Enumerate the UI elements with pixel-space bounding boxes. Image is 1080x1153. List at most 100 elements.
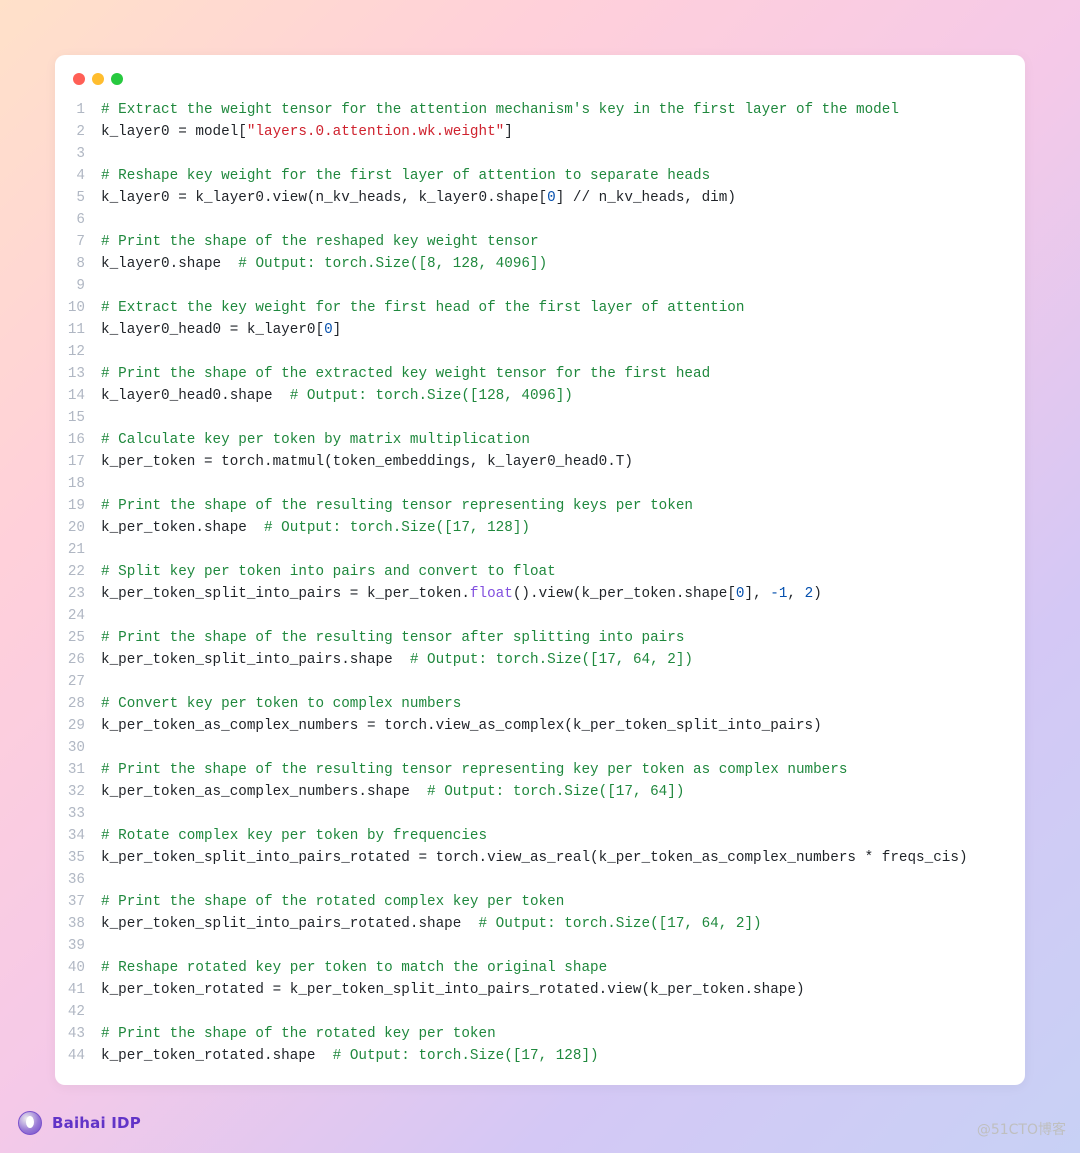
code-token: k_per_token.shape — [101, 520, 264, 536]
code-token: , — [787, 586, 804, 602]
code-line: 3 — [55, 143, 1003, 165]
code-token: float — [470, 586, 513, 602]
code-line: 8k_layer0.shape # Output: torch.Size([8,… — [55, 253, 1003, 275]
code-line: 43# Print the shape of the rotated key p… — [55, 1023, 1003, 1045]
line-number: 33 — [55, 803, 101, 825]
code-line: 32k_per_token_as_complex_numbers.shape #… — [55, 781, 1003, 803]
code-token: 2 — [805, 586, 814, 602]
code-line: 26k_per_token_split_into_pairs.shape # O… — [55, 649, 1003, 671]
code-token: k_per_token_split_into_pairs = k_per_tok… — [101, 586, 470, 602]
code-line: 20k_per_token.shape # Output: torch.Size… — [55, 517, 1003, 539]
line-content: # Print the shape of the extracted key w… — [101, 363, 710, 385]
line-number: 9 — [55, 275, 101, 297]
code-token: # Output: torch.Size([17, 128]) — [333, 1048, 599, 1064]
line-number: 11 — [55, 319, 101, 341]
code-line: 29k_per_token_as_complex_numbers = torch… — [55, 715, 1003, 737]
code-token: # Print the shape of the resulting tenso… — [101, 498, 693, 514]
code-line: 37# Print the shape of the rotated compl… — [55, 891, 1003, 913]
line-number: 31 — [55, 759, 101, 781]
line-content: # Split key per token into pairs and con… — [101, 561, 556, 583]
line-number: 23 — [55, 583, 101, 605]
line-number: 38 — [55, 913, 101, 935]
code-window: 1# Extract the weight tensor for the att… — [55, 55, 1025, 1085]
line-content: # Print the shape of the resulting tenso… — [101, 495, 693, 517]
line-content: # Print the shape of the rotated key per… — [101, 1023, 496, 1045]
line-number: 5 — [55, 187, 101, 209]
line-number: 7 — [55, 231, 101, 253]
code-line: 24 — [55, 605, 1003, 627]
code-token: # Print the shape of the reshaped key we… — [101, 234, 539, 250]
code-token: k_layer0_head0.shape — [101, 388, 290, 404]
code-line: 34# Rotate complex key per token by freq… — [55, 825, 1003, 847]
line-content: # Rotate complex key per token by freque… — [101, 825, 487, 847]
code-token: # Print the shape of the resulting tenso… — [101, 630, 684, 646]
code-token: ] — [333, 322, 342, 338]
code-line: 23k_per_token_split_into_pairs = k_per_t… — [55, 583, 1003, 605]
code-token: # Print the shape of the resulting tenso… — [101, 762, 847, 778]
line-number: 8 — [55, 253, 101, 275]
code-line: 42 — [55, 1001, 1003, 1023]
line-number: 27 — [55, 671, 101, 693]
code-line: 11k_layer0_head0 = k_layer0[0] — [55, 319, 1003, 341]
line-number: 34 — [55, 825, 101, 847]
code-token: 0 — [324, 322, 333, 338]
line-content: # Convert key per token to complex numbe… — [101, 693, 461, 715]
code-token: # Print the shape of the rotated complex… — [101, 894, 564, 910]
line-number: 1 — [55, 99, 101, 121]
code-token: # Extract the key weight for the first h… — [101, 300, 744, 316]
line-content: # Print the shape of the resulting tenso… — [101, 627, 684, 649]
line-content: k_per_token_as_complex_numbers = torch.v… — [101, 715, 822, 737]
code-token: # Output: torch.Size([128, 4096]) — [290, 388, 573, 404]
code-token: k_per_token_rotated.shape — [101, 1048, 333, 1064]
code-line: 39 — [55, 935, 1003, 957]
code-line: 7# Print the shape of the reshaped key w… — [55, 231, 1003, 253]
code-line: 15 — [55, 407, 1003, 429]
code-token: "layers.0.attention.wk.weight" — [247, 124, 504, 140]
code-line: 33 — [55, 803, 1003, 825]
brand-logo-icon — [18, 1111, 42, 1135]
line-content: k_per_token = torch.matmul(token_embeddi… — [101, 451, 633, 473]
code-token: k_layer0_head0 = k_layer0[ — [101, 322, 324, 338]
code-token: k_per_token_split_into_pairs_rotated = t… — [101, 850, 968, 866]
line-number: 17 — [55, 451, 101, 473]
code-area: 1# Extract the weight tensor for the att… — [55, 99, 1025, 1067]
line-content: k_layer0_head0.shape # Output: torch.Siz… — [101, 385, 573, 407]
code-token: k_per_token_as_complex_numbers = torch.v… — [101, 718, 822, 734]
line-content: # Reshape rotated key per token to match… — [101, 957, 607, 979]
code-token: k_per_token_as_complex_numbers.shape — [101, 784, 427, 800]
line-number: 44 — [55, 1045, 101, 1067]
code-token: # Reshape key weight for the first layer… — [101, 168, 710, 184]
line-number: 30 — [55, 737, 101, 759]
line-number: 29 — [55, 715, 101, 737]
code-token: # Convert key per token to complex numbe… — [101, 696, 461, 712]
code-token: # Output: torch.Size([17, 128]) — [264, 520, 530, 536]
code-token: k_layer0 = model[ — [101, 124, 247, 140]
line-content: k_per_token_rotated = k_per_token_split_… — [101, 979, 805, 1001]
line-number: 3 — [55, 143, 101, 165]
line-number: 43 — [55, 1023, 101, 1045]
code-token: k_layer0.shape — [101, 256, 238, 272]
code-token: # Output: torch.Size([17, 64]) — [427, 784, 684, 800]
code-line: 38k_per_token_split_into_pairs_rotated.s… — [55, 913, 1003, 935]
line-number: 14 — [55, 385, 101, 407]
minimize-icon[interactable] — [92, 73, 104, 85]
code-token: ().view(k_per_token.shape[ — [513, 586, 736, 602]
line-number: 15 — [55, 407, 101, 429]
code-token: -1 — [770, 586, 787, 602]
code-line: 35k_per_token_split_into_pairs_rotated =… — [55, 847, 1003, 869]
code-line: 1# Extract the weight tensor for the att… — [55, 99, 1003, 121]
code-token: k_per_token_rotated = k_per_token_split_… — [101, 982, 805, 998]
code-token: k_per_token_split_into_pairs.shape — [101, 652, 410, 668]
code-line: 17k_per_token = torch.matmul(token_embed… — [55, 451, 1003, 473]
maximize-icon[interactable] — [111, 73, 123, 85]
close-icon[interactable] — [73, 73, 85, 85]
line-number: 36 — [55, 869, 101, 891]
code-line: 40# Reshape rotated key per token to mat… — [55, 957, 1003, 979]
brand-name: Baihai IDP — [52, 1114, 141, 1132]
line-number: 25 — [55, 627, 101, 649]
code-token: # Rotate complex key per token by freque… — [101, 828, 487, 844]
line-content: # Print the shape of the resulting tenso… — [101, 759, 847, 781]
line-content: k_layer0.shape # Output: torch.Size([8, … — [101, 253, 547, 275]
watermark: @51CTO博客 — [977, 1119, 1066, 1139]
code-token: k_per_token = torch.matmul(token_embeddi… — [101, 454, 633, 470]
